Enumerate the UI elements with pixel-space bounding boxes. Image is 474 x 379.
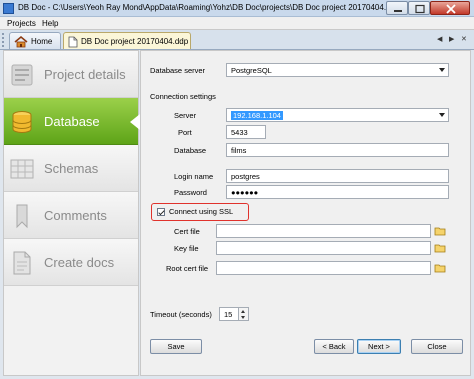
sidebar-item-create-docs[interactable]: Create docs xyxy=(4,239,138,286)
root-cert-file-field[interactable] xyxy=(216,261,431,275)
folder-icon[interactable] xyxy=(434,262,446,274)
login-name-field[interactable]: postgres xyxy=(226,169,449,183)
sidebar-item-label: Project details xyxy=(44,67,126,82)
key-file-field[interactable] xyxy=(216,241,431,255)
database-server-select[interactable]: PostgreSQL xyxy=(226,63,449,77)
sidebar-item-database[interactable]: Database xyxy=(4,98,140,145)
chevron-down-icon xyxy=(439,113,445,117)
password-label: Password xyxy=(174,188,207,197)
tab-project-label: DB Doc project 20170404.ddp xyxy=(81,37,189,46)
home-icon xyxy=(14,36,28,48)
sidebar-item-label: Comments xyxy=(44,208,107,223)
next-button[interactable]: Next > xyxy=(357,339,401,354)
key-file-label: Key file xyxy=(174,244,199,253)
tab-home-label: Home xyxy=(31,37,53,46)
folder-icon[interactable] xyxy=(434,225,446,237)
database-server-value: PostgreSQL xyxy=(231,66,272,75)
toolbar-grip xyxy=(2,33,6,47)
cert-file-label: Cert file xyxy=(174,227,200,236)
app-icon xyxy=(3,3,14,14)
port-label: Port xyxy=(178,128,192,137)
tab-home[interactable]: Home xyxy=(9,32,61,49)
menu-help[interactable]: Help xyxy=(42,19,58,28)
comments-icon xyxy=(16,204,28,229)
connect-ssl-label: Connect using SSL xyxy=(169,207,234,216)
menu-projects[interactable]: Projects xyxy=(7,19,36,28)
minimize-icon xyxy=(394,10,402,12)
close-button[interactable]: Close xyxy=(411,339,463,354)
database-label: Database xyxy=(174,146,207,155)
tab-project[interactable]: DB Doc project 20170404.ddp xyxy=(63,32,191,49)
connection-settings-label: Connection settings xyxy=(150,92,216,101)
timeout-label: Timeout (seconds) xyxy=(150,310,212,319)
sidebar-item-comments[interactable]: Comments xyxy=(4,192,138,239)
connect-ssl-checkbox[interactable] xyxy=(157,208,165,216)
sidebar-item-project-details[interactable]: Project details xyxy=(4,51,138,98)
document-icon xyxy=(68,36,78,48)
login-name-label: Login name xyxy=(174,172,214,181)
server-value: 192.168.1.104 xyxy=(231,111,283,120)
sidebar-item-schemas[interactable]: Schemas xyxy=(4,145,138,192)
sidebar-item-label: Database xyxy=(44,114,100,129)
tab-bar: Home DB Doc project 20170404.ddp ◀ ▶ ✕ xyxy=(0,30,474,50)
sidebar-item-label: Create docs xyxy=(44,255,115,270)
database-icon xyxy=(12,111,32,134)
maximize-button[interactable] xyxy=(408,1,430,15)
cert-file-field[interactable] xyxy=(216,224,431,238)
database-field[interactable]: films xyxy=(226,143,449,157)
close-window-button[interactable] xyxy=(430,1,470,15)
tab-close-button[interactable]: ✕ xyxy=(461,35,467,43)
port-field[interactable]: 5433 xyxy=(226,125,266,139)
project-details-icon xyxy=(11,64,33,86)
tab-scroll-left-button[interactable]: ◀ xyxy=(437,35,442,43)
password-field[interactable]: ●●●●●● xyxy=(226,185,449,199)
maximize-icon xyxy=(415,4,425,14)
tab-scroll-right-button[interactable]: ▶ xyxy=(449,35,454,43)
timeout-field[interactable]: 15 xyxy=(219,307,239,321)
server-combobox[interactable]: 192.168.1.104 xyxy=(226,108,449,122)
database-settings-panel: Database server PostgreSQL Connection se… xyxy=(140,50,471,376)
menu-bar: Projects Help xyxy=(0,17,474,30)
timeout-spinner[interactable] xyxy=(239,307,249,321)
sidebar-item-label: Schemas xyxy=(44,161,99,176)
title-bar: DB Doc - C:\Users\Yeoh Ray Mond\AppData\… xyxy=(0,0,474,17)
connect-ssl-highlight: Connect using SSL xyxy=(151,203,249,221)
schemas-icon xyxy=(10,159,34,179)
save-button[interactable]: Save xyxy=(150,339,202,354)
active-indicator-arrow xyxy=(130,114,140,130)
server-label: Server xyxy=(174,111,197,120)
back-button[interactable]: < Back xyxy=(314,339,354,354)
create-docs-icon xyxy=(13,251,31,275)
sidebar: Project details Database Schemas Comment… xyxy=(3,50,140,376)
root-cert-file-label: Root cert file xyxy=(166,264,209,273)
close-icon xyxy=(446,4,456,14)
window-title: DB Doc - C:\Users\Yeoh Ray Mond\AppData\… xyxy=(18,3,400,12)
database-server-label: Database server xyxy=(150,66,206,75)
folder-icon[interactable] xyxy=(434,242,446,254)
chevron-down-icon xyxy=(439,68,445,72)
minimize-button[interactable] xyxy=(386,1,408,15)
